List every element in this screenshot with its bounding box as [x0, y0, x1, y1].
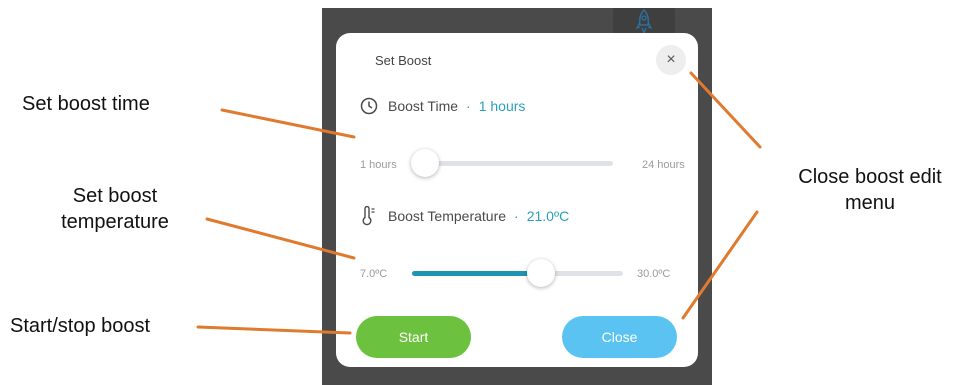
callout-line-boost-time [220, 108, 356, 139]
callout-line-start-stop [196, 325, 352, 335]
callout-lines [196, 71, 762, 335]
callout-line-close-x [689, 71, 762, 149]
callout-line-close-button [681, 210, 759, 320]
callout-line-boost-temperature [205, 217, 356, 260]
